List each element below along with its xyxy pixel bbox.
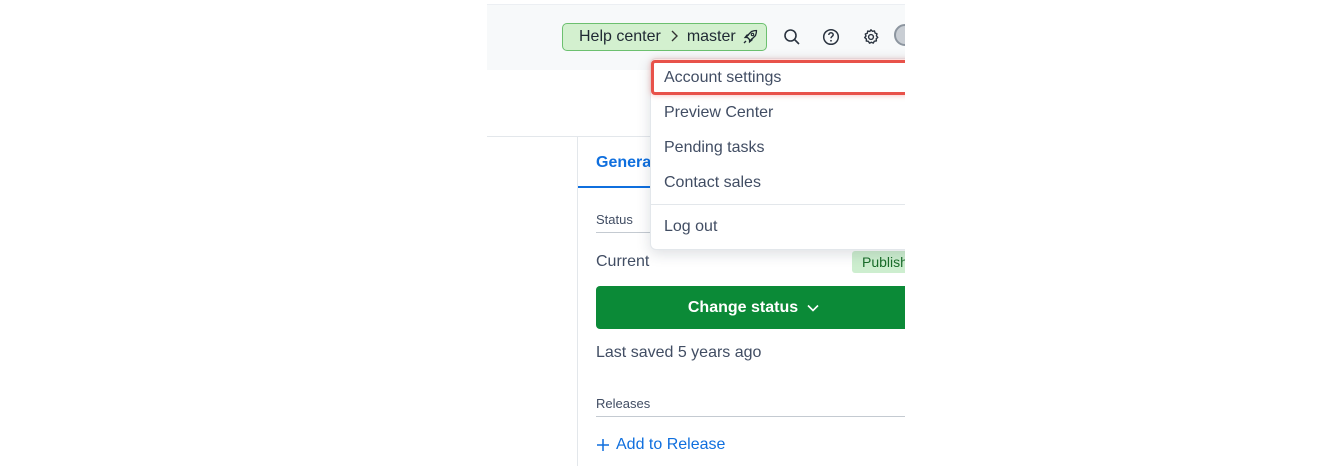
background (905, 0, 1320, 466)
menu-divider (651, 204, 921, 205)
plus-icon (596, 438, 610, 452)
environment-branch-pill[interactable]: Help center master (562, 23, 767, 51)
releases-section-label: Releases (596, 396, 651, 411)
change-status-button[interactable]: Change status (596, 286, 905, 329)
menu-item-contact-sales[interactable]: Contact sales (664, 174, 761, 192)
help-icon[interactable] (821, 27, 841, 47)
add-to-release-link[interactable]: Add to Release (596, 436, 725, 454)
chevron-down-icon (806, 303, 820, 313)
chevron-right-icon (669, 29, 679, 46)
gear-icon[interactable] (861, 27, 881, 47)
highlight-box (651, 60, 914, 95)
menu-item-log-out[interactable]: Log out (664, 218, 717, 236)
last-saved-text: Last saved 5 years ago (596, 344, 762, 361)
rocket-icon (742, 29, 758, 45)
menu-item-preview-center[interactable]: Preview Center (664, 104, 773, 122)
status-badge: Published (852, 251, 905, 273)
current-status-label: Current (596, 253, 650, 270)
change-status-label: Change status (687, 298, 799, 316)
tab-general[interactable]: General (596, 154, 656, 172)
active-tab-indicator (578, 186, 658, 188)
search-icon[interactable] (782, 27, 802, 47)
menu-item-pending-tasks[interactable]: Pending tasks (664, 139, 765, 157)
status-section-label: Status (596, 212, 633, 227)
environment-name: Help center (579, 28, 661, 45)
add-to-release-label: Add to Release (616, 436, 726, 453)
branch-name: master (686, 28, 736, 45)
divider (596, 416, 905, 417)
